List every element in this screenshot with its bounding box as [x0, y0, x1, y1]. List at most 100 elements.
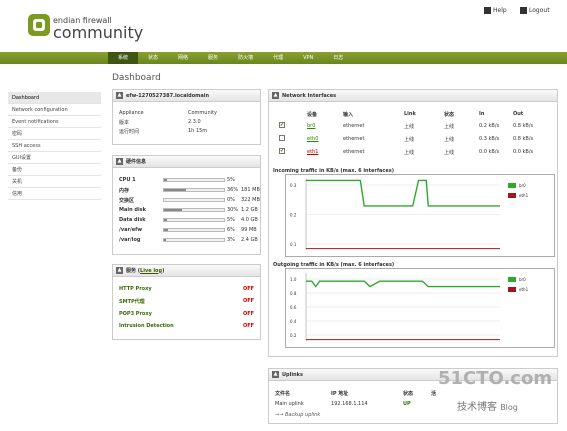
- watermark-blog: 技术博客 Blog: [457, 398, 518, 413]
- usage-bar: [163, 198, 225, 202]
- usage-bar-fill: [164, 219, 167, 221]
- interface-out: 0.0 kB/s: [513, 149, 534, 155]
- tab-vpn[interactable]: VPN: [293, 52, 323, 64]
- usage-bar: [163, 238, 225, 242]
- interface-out: 0.8 kB/s: [513, 123, 534, 129]
- legend-swatch: [508, 193, 516, 198]
- usage-size: 181 MB: [241, 187, 260, 193]
- services-panel-title: 服务: [126, 268, 137, 274]
- collapse-arrow-icon[interactable]: ▲: [272, 92, 279, 99]
- col-out: Out: [513, 111, 524, 117]
- interface-state: 上线: [444, 137, 455, 143]
- collapse-arrow-icon[interactable]: ▲: [116, 158, 123, 165]
- help-icon: [484, 7, 491, 14]
- usage-size: 1.2 GB: [241, 207, 258, 213]
- service-state-intrusion-detection: OFF: [243, 323, 255, 329]
- interface-device[interactable]: eth1: [307, 149, 318, 155]
- interface-out: 0.8 kB/s: [513, 136, 534, 142]
- y-tick-label: 0.2: [290, 333, 297, 338]
- tab-network[interactable]: 网络: [168, 52, 198, 64]
- hardware-label: Main disk: [119, 207, 146, 213]
- interface-type: ethernet: [343, 136, 365, 142]
- hardware-panel-title: 硬件信息: [126, 159, 147, 165]
- uplink-col-name: 文件名: [275, 391, 291, 397]
- uplink-ip: 192.168.1.114: [331, 401, 368, 407]
- services-panel: ▲ 服务 (Live log) HTTP Proxy OFF SMTP代理 OFF…: [112, 264, 261, 340]
- sidebar-item-ssh-access[interactable]: SSH access: [8, 140, 101, 152]
- tab-logs[interactable]: 日志: [323, 52, 353, 64]
- logout-link[interactable]: Logout: [520, 7, 550, 14]
- sidebar-item-shutdown[interactable]: 关机: [8, 176, 101, 188]
- legend-swatch: [508, 277, 516, 282]
- usage-bar-fill: [164, 209, 182, 211]
- interface-in: 0.3 kB/s: [479, 136, 500, 142]
- y-tick-label: 0.4: [290, 319, 297, 324]
- legend-swatch: [508, 183, 516, 188]
- uplink-name[interactable]: Main uplink: [275, 401, 304, 407]
- hardware-panel-header[interactable]: ▲ 硬件信息: [113, 156, 260, 168]
- interface-link: 上线: [404, 150, 415, 156]
- tab-proxy[interactable]: 代理: [263, 52, 293, 64]
- help-link[interactable]: Help: [484, 7, 507, 14]
- uplink-status: UP: [403, 401, 411, 407]
- sidebar: Dashboard Network configuration Event no…: [8, 92, 101, 200]
- interface-state: 上线: [444, 124, 455, 130]
- sidebar-item-backup[interactable]: 备份: [8, 164, 101, 176]
- tab-services[interactable]: 服务: [198, 52, 228, 64]
- legend-label: br0: [519, 183, 526, 188]
- sidebar-item-dashboard[interactable]: Dashboard: [8, 92, 101, 104]
- hardware-label: 内存: [119, 188, 130, 194]
- tab-system[interactable]: 系统: [108, 52, 139, 64]
- service-name-smtp-proxy: SMTP代理: [119, 299, 145, 305]
- usage-bar: [163, 208, 225, 212]
- interface-checkbox[interactable]: ✔: [279, 148, 285, 154]
- interface-in: 0.0 kB/s: [479, 149, 500, 155]
- live-log-link[interactable]: Live log: [140, 268, 162, 274]
- interface-type: ethernet: [343, 149, 365, 155]
- endian-logo-icon: endian firewall community: [28, 14, 143, 42]
- tab-status[interactable]: 状态: [138, 52, 168, 64]
- interface-checkbox[interactable]: ✔: [279, 122, 285, 128]
- sidebar-item-credits[interactable]: 信用: [8, 188, 101, 200]
- usage-size: 322 MB: [241, 197, 260, 203]
- system-value-uptime: 1h 15m: [188, 128, 208, 134]
- legend-label: br0: [519, 277, 526, 282]
- watermark-51cto: 51CTO.com: [438, 368, 553, 389]
- interface-checkbox[interactable]: [279, 135, 285, 141]
- backup-uplink-link[interactable]: →→ Backup uplink: [275, 412, 320, 418]
- usage-bar-fill: [164, 189, 186, 191]
- watermark-blog-cn: 技术博客: [457, 402, 497, 413]
- services-panel-header[interactable]: ▲ 服务 (Live log): [113, 265, 260, 277]
- endian-logo: endian firewall community: [28, 10, 148, 48]
- sidebar-item-gui-settings[interactable]: GUI设置: [8, 152, 101, 164]
- system-panel-header[interactable]: ▲ efw-1270527387.localdomain: [113, 90, 260, 102]
- usage-bar-fill: [164, 179, 167, 181]
- interface-device[interactable]: eth0: [307, 136, 318, 142]
- tab-firewall[interactable]: 防火墙: [228, 52, 263, 64]
- sidebar-item-password[interactable]: 密码: [8, 128, 101, 140]
- service-state-pop3-proxy: OFF: [243, 311, 255, 317]
- y-tick-label: 0.3: [290, 183, 297, 188]
- service-name-http-proxy: HTTP Proxy: [119, 286, 152, 292]
- collapse-arrow-icon[interactable]: ▲: [116, 267, 123, 274]
- outgoing-chart: 1.0 0.8 0.6 0.4 0.2 br0 eth1: [285, 268, 555, 348]
- sidebar-item-event-notifications[interactable]: Event notifications: [8, 116, 101, 128]
- page-title: Dashboard: [112, 73, 161, 83]
- usage-size: 99 MB: [241, 227, 257, 233]
- system-value-appliance: Community: [188, 110, 217, 116]
- y-tick-label: 0.2: [290, 213, 297, 218]
- legend-swatch: [508, 287, 516, 292]
- hardware-label: /var/efw: [119, 227, 142, 233]
- col-status: 状态: [444, 112, 455, 118]
- service-state-smtp-proxy: OFF: [243, 298, 255, 304]
- system-panel-title: efw-1270527387.localdomain: [126, 92, 210, 99]
- interface-device[interactable]: br0: [307, 123, 315, 129]
- collapse-arrow-icon[interactable]: ▲: [272, 371, 279, 378]
- network-panel-header[interactable]: ▲ Network Interfaces: [269, 90, 557, 102]
- sidebar-item-network-configuration[interactable]: Network configuration: [8, 104, 101, 116]
- network-panel: ▲ Network Interfaces 设备 输入 Link 状态 In Out…: [268, 89, 558, 357]
- service-name-pop3-proxy: POP3 Proxy: [119, 311, 152, 317]
- collapse-arrow-icon[interactable]: ▲: [116, 92, 123, 99]
- system-value-version: 2.3.0: [188, 119, 201, 125]
- watermark-blog-en: Blog: [500, 403, 518, 412]
